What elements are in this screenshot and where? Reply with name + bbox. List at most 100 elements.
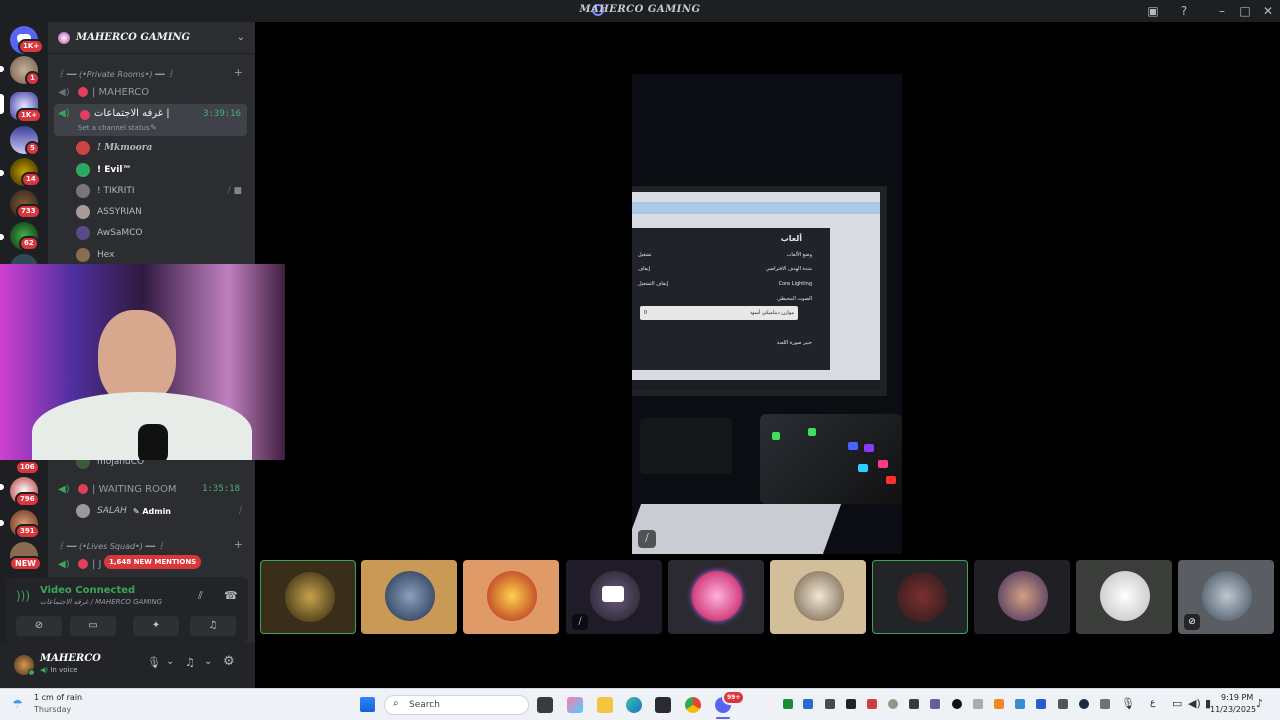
speaker-icon: ◀) — [58, 86, 70, 98]
noise-suppression-icon[interactable]: ⫽ — [198, 589, 203, 603]
voice-user[interactable]: ! Evil™ — [76, 160, 246, 180]
participant-tile[interactable]: ⊘ — [1178, 560, 1274, 634]
network-icon[interactable]: ▭ — [1172, 697, 1182, 710]
search-box[interactable]: ⌕ Search — [384, 695, 529, 715]
participant-tile[interactable] — [974, 560, 1070, 634]
participant-tile[interactable]: ⧸ — [566, 560, 662, 634]
volume-icon[interactable]: ◀) — [1188, 697, 1201, 710]
tray-app-icon[interactable] — [867, 699, 877, 709]
microphone-tray-icon[interactable]: 🎙︎ — [1121, 697, 1135, 710]
pencil-icon[interactable]: ✎ — [150, 123, 157, 132]
voice-channel-meeting-selected[interactable]: ◀) غرفه الاجتماعات | 3:39:16 Set a chann… — [54, 104, 247, 136]
tray-app-icon[interactable] — [930, 699, 940, 709]
speaker-icon: ◀) — [58, 558, 70, 570]
voice-user[interactable]: ! TIKRITI ⧸ ■ — [76, 181, 246, 201]
tray-app-icon[interactable] — [825, 699, 835, 709]
new-mentions-pill[interactable]: 1,648 NEW MENTIONS — [104, 555, 202, 569]
chevron-down-icon[interactable]: ⌄ — [166, 656, 174, 667]
camera-off-icon: ⊘ — [1184, 614, 1200, 630]
server-name: MAHERCO GAMING — [76, 32, 191, 43]
tray-app-icon[interactable] — [952, 699, 962, 709]
disconnect-icon[interactable]: ☎ — [224, 589, 238, 602]
clock-time[interactable]: 9:19 PM — [1221, 693, 1253, 702]
tray-app-icon[interactable] — [1058, 699, 1068, 709]
steam-icon[interactable] — [1079, 699, 1089, 709]
voice-user[interactable]: Hex — [76, 245, 246, 265]
notification-bell-icon[interactable]: ♪ — [1256, 697, 1263, 710]
channel-label: غرفه الاجتماعات | — [94, 108, 170, 119]
tray-app-icon[interactable] — [1015, 699, 1025, 709]
active-app-indicator — [716, 717, 730, 719]
maximize-button[interactable]: □ — [1237, 3, 1253, 19]
clock-date[interactable]: 11/23/2025 — [1210, 705, 1256, 714]
signal-icon: ))) — [16, 589, 31, 603]
window-title: MAHERCO GAMING — [579, 4, 701, 15]
user-status: ◀) In voice — [40, 666, 78, 674]
tray-app-icon[interactable] — [846, 699, 856, 709]
weather-text[interactable]: 1 cm of rain — [34, 693, 82, 702]
video-camera-icon — [602, 586, 624, 602]
channel-status-link[interactable]: Set a channel status — [78, 124, 150, 132]
voice-status[interactable]: Video Connected — [40, 585, 135, 596]
chrome-icon[interactable] — [685, 697, 701, 713]
language-indicator[interactable]: ع — [1150, 698, 1155, 708]
voice-channel-waiting-room[interactable]: ◀) | WAITING ROOM 1:35:18 — [54, 479, 246, 499]
participant-tile-speaking[interactable] — [872, 560, 968, 634]
voice-channel-maherco[interactable]: ◀) | MAHERCO — [54, 82, 246, 102]
avatar — [76, 205, 90, 219]
tray-app-icon[interactable] — [994, 699, 1004, 709]
main-video-feed[interactable]: ألعاب وضع الألعاب تشغيل شدة الهدف الافترا… — [632, 74, 902, 554]
settings-gear-icon[interactable]: ⚙ — [223, 654, 235, 669]
help-icon[interactable]: ? — [1176, 3, 1192, 19]
camera-off-button[interactable]: ⊘ — [16, 616, 62, 636]
category-private-rooms[interactable]: ꒰ ━━ (•Private Rooms•) ━━ ꒱ — [58, 68, 174, 79]
tray-app-icon[interactable] — [888, 699, 898, 709]
voice-user[interactable]: ASSYRIAN — [76, 202, 246, 222]
participant-tile[interactable] — [260, 560, 356, 634]
avatar — [794, 571, 844, 621]
inbox-icon[interactable]: ▣ — [1145, 3, 1161, 19]
speaker-icon: ◀) — [58, 483, 70, 495]
voice-user[interactable]: SALAH ✎ Admin ⧸ — [76, 501, 246, 521]
task-view-icon[interactable] — [537, 697, 553, 713]
muted-mic-icon: ⧸ — [638, 530, 656, 548]
tray-app-icon[interactable] — [973, 699, 983, 709]
chevron-down-icon[interactable]: ⌄ — [204, 656, 212, 667]
server-header[interactable]: MAHERCO GAMING ⌄ — [48, 22, 255, 54]
copilot-icon[interactable] — [567, 697, 583, 713]
activities-button[interactable]: ✦ — [133, 616, 179, 636]
user-panel: MAHERCO ◀) In voice 🎙︎ ⌄ ♫ ⌄ ⚙ — [0, 643, 255, 688]
windows-start-icon[interactable] — [360, 697, 375, 712]
create-channel-icon[interactable]: + — [234, 538, 243, 551]
weather-icon: ☂ — [12, 697, 23, 711]
edge-icon[interactable] — [626, 697, 642, 713]
tray-app-icon[interactable] — [803, 699, 813, 709]
participant-tile[interactable] — [463, 560, 559, 634]
voice-user[interactable]: ! Mkmoora — [76, 138, 246, 158]
voice-user[interactable]: AwSaMCO — [76, 223, 246, 243]
tray-app-icon[interactable] — [783, 699, 793, 709]
voice-channel-path[interactable]: غرفه الاجتماعات / MAHERCO GAMING — [40, 598, 162, 606]
soundboard-button[interactable]: ♫ — [190, 616, 236, 636]
participant-tile[interactable] — [770, 560, 866, 634]
store-icon[interactable] — [655, 697, 671, 713]
close-button[interactable]: ✕ — [1260, 3, 1276, 19]
pip-webcam-video[interactable] — [0, 264, 285, 460]
chevron-down-icon: ⌄ — [236, 32, 245, 43]
screen-share-button[interactable]: ▭ — [70, 616, 116, 636]
file-explorer-icon[interactable] — [597, 697, 613, 713]
participant-tile[interactable] — [668, 560, 764, 634]
category-lives-squad[interactable]: ꒰ ━━ (•Lives Squad•) ━━ ꒱ — [58, 540, 164, 551]
create-channel-icon[interactable]: + — [234, 66, 243, 79]
microphone-icon[interactable]: 🎙︎ — [147, 656, 161, 669]
mixer-device — [760, 414, 902, 504]
tray-app-icon[interactable] — [909, 699, 919, 709]
server-badge: 62 — [19, 236, 39, 251]
headphones-icon[interactable]: ♫ — [185, 656, 195, 669]
minimize-button[interactable]: – — [1214, 3, 1230, 19]
tray-app-icon[interactable] — [1100, 699, 1110, 709]
participant-tile[interactable] — [1076, 560, 1172, 634]
participant-tile[interactable] — [361, 560, 457, 634]
weather-day: Thursday — [34, 705, 72, 714]
bluetooth-icon[interactable] — [1036, 699, 1046, 709]
